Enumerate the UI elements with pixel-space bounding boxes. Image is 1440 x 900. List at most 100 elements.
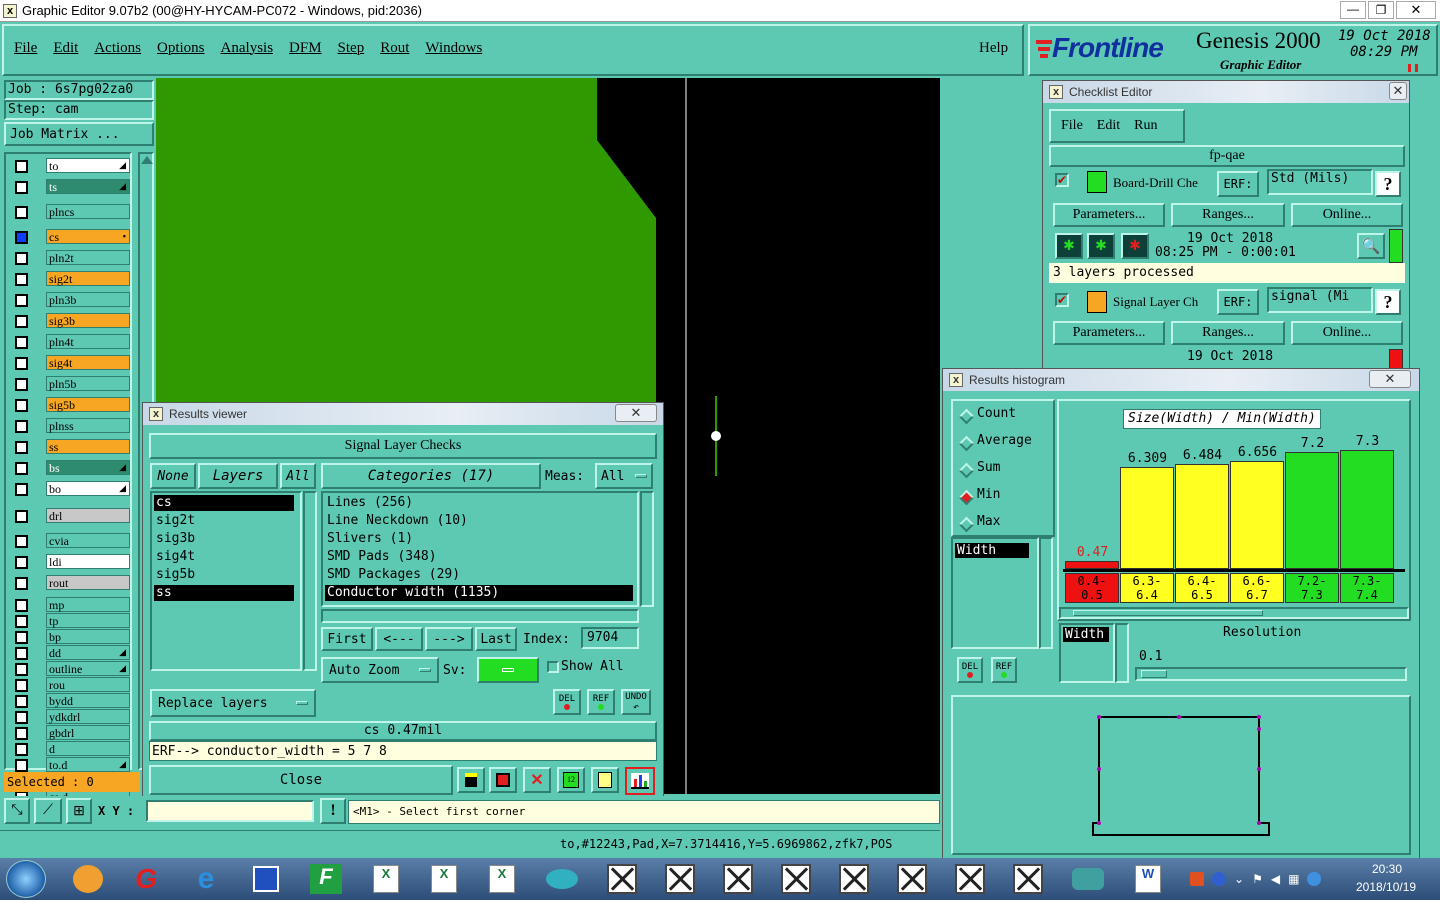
zoom-area-icon[interactable]: ⤡ bbox=[4, 798, 30, 824]
layers-button[interactable]: Layers bbox=[198, 463, 278, 489]
layer-toggle-checkbox[interactable] bbox=[15, 615, 28, 628]
mode-sum-radio[interactable] bbox=[958, 462, 975, 479]
taskbar-excel-icon-2[interactable]: X bbox=[418, 860, 470, 898]
layer-name[interactable]: drl bbox=[46, 508, 130, 523]
categories-button[interactable]: Categories (17) bbox=[321, 463, 541, 489]
histogram-list-vscroll[interactable] bbox=[1039, 537, 1053, 649]
layer-row[interactable]: rou bbox=[12, 677, 130, 693]
menu-options[interactable]: Options bbox=[157, 40, 205, 57]
layer-toggle-checkbox[interactable] bbox=[15, 647, 28, 660]
all-layers-button[interactable]: All bbox=[280, 463, 316, 489]
layer-row[interactable]: pln5b bbox=[12, 376, 130, 392]
histogram-bar[interactable] bbox=[1285, 452, 1339, 569]
taskbar-shell-icon[interactable] bbox=[62, 860, 114, 898]
layer-row[interactable]: cs ▪ bbox=[12, 229, 130, 245]
menu-dfm[interactable]: DFM bbox=[289, 40, 322, 57]
layer-toggle-checkbox[interactable] bbox=[15, 181, 28, 194]
layer-row[interactable]: bydd bbox=[12, 693, 130, 709]
layer-row[interactable]: bp bbox=[12, 629, 130, 645]
layer-row[interactable]: mp bbox=[12, 597, 130, 613]
taskbar-xwindow-icon-3[interactable] bbox=[712, 860, 764, 898]
layer-name[interactable]: ts bbox=[46, 179, 130, 194]
stop-check-icon[interactable]: ✱ bbox=[1121, 233, 1149, 259]
xy-input[interactable] bbox=[146, 800, 314, 822]
width-list-item[interactable]: Width bbox=[1063, 627, 1109, 642]
layer-toggle-checkbox[interactable] bbox=[15, 577, 28, 590]
layer-name[interactable]: pln5b bbox=[46, 376, 130, 391]
menu-help[interactable]: Help bbox=[979, 40, 1008, 57]
layer-name[interactable]: ydkdrl bbox=[46, 709, 130, 724]
layer-row[interactable]: pln3b bbox=[12, 292, 130, 308]
checklist-item2-ranges-button[interactable]: Ranges... bbox=[1171, 321, 1285, 345]
severity-dropdown[interactable] bbox=[477, 657, 539, 683]
layer-row[interactable]: sig4t bbox=[12, 355, 130, 371]
taskbar-excel-icon-1[interactable]: X bbox=[360, 860, 412, 898]
layer-name[interactable]: d bbox=[46, 741, 130, 756]
minimize-button[interactable]: — bbox=[1340, 1, 1366, 19]
category-item[interactable]: Line Neckdown (10) bbox=[325, 513, 633, 529]
layer-row[interactable]: sig5b bbox=[12, 397, 130, 413]
layer-name[interactable]: sig2t bbox=[46, 271, 130, 286]
job-matrix-button[interactable]: Job Matrix ... bbox=[4, 122, 154, 146]
layer-toggle-checkbox[interactable] bbox=[15, 695, 28, 708]
taskbar-xwindow-icon-4[interactable] bbox=[770, 860, 822, 898]
layer-toggle-checkbox[interactable] bbox=[15, 663, 28, 676]
cancel-ref-tool-icon[interactable]: ✕ bbox=[523, 767, 551, 793]
layer-toggle-checkbox[interactable] bbox=[15, 231, 28, 244]
checklist-menu-edit[interactable]: Edit bbox=[1097, 118, 1120, 134]
meas-dropdown[interactable]: All bbox=[595, 463, 653, 489]
tray-help-icon[interactable] bbox=[1212, 872, 1226, 886]
category-item[interactable]: Slivers (1) bbox=[325, 531, 633, 547]
run-all-icon[interactable]: ✱ bbox=[1087, 233, 1115, 259]
layer-list-vscroll[interactable] bbox=[303, 491, 317, 671]
menu-windows[interactable]: Windows bbox=[425, 40, 482, 57]
checklist-item1-parameters-button[interactable]: Parameters... bbox=[1053, 203, 1165, 227]
layer-name[interactable]: sig4t bbox=[46, 355, 130, 370]
layer-name[interactable]: rout bbox=[46, 575, 130, 590]
layer-name[interactable]: cs bbox=[46, 229, 130, 244]
menu-analysis[interactable]: Analysis bbox=[221, 40, 274, 57]
checklist-item1-help-button[interactable]: ? bbox=[1375, 171, 1401, 197]
layer-row[interactable]: cvia bbox=[12, 533, 130, 549]
layer-row[interactable]: rout bbox=[12, 575, 130, 591]
checklist-close-icon[interactable]: ✕ bbox=[1389, 82, 1407, 100]
width-list-vscroll[interactable] bbox=[1115, 623, 1129, 683]
mode-count-radio[interactable] bbox=[958, 408, 975, 425]
checklist-item2-checkbox[interactable]: ✔ bbox=[1055, 293, 1069, 307]
layer-toggle-checkbox[interactable] bbox=[15, 315, 28, 328]
category-list-vscroll[interactable] bbox=[640, 491, 654, 607]
histogram-bar[interactable] bbox=[1175, 464, 1229, 569]
layer-name[interactable]: tp bbox=[46, 613, 130, 628]
layer-row[interactable]: ldi bbox=[12, 554, 130, 570]
menu-step[interactable]: Step bbox=[338, 40, 365, 57]
checklist-item1-online-button[interactable]: Online... bbox=[1291, 203, 1403, 227]
taskbar-g-icon[interactable]: G bbox=[120, 860, 172, 898]
checklist-item1-checkbox[interactable]: ✔ bbox=[1055, 173, 1069, 187]
measure-icon[interactable]: ⟋ bbox=[34, 798, 62, 824]
layer-toggle-checkbox[interactable] bbox=[15, 399, 28, 412]
layer-name[interactable]: plncs bbox=[46, 204, 130, 219]
mode-min-radio[interactable] bbox=[958, 489, 975, 506]
taskbar-excel-icon-3[interactable]: X bbox=[476, 860, 528, 898]
layer-row[interactable]: d bbox=[12, 741, 130, 757]
taskbar-xwindow-icon-1[interactable] bbox=[596, 860, 648, 898]
histogram-bar[interactable] bbox=[1065, 561, 1119, 569]
layer-toggle-checkbox[interactable] bbox=[15, 294, 28, 307]
ref-button[interactable]: REF bbox=[587, 689, 615, 715]
index-input[interactable]: 9704 bbox=[581, 627, 639, 649]
result-layer-item[interactable]: cs bbox=[154, 495, 294, 511]
layer-toggle-checkbox[interactable] bbox=[15, 252, 28, 265]
tray-volume-icon[interactable]: ◀ bbox=[1271, 872, 1280, 886]
taskbar-eye-icon[interactable] bbox=[536, 860, 588, 898]
layer-row[interactable]: plnss bbox=[12, 418, 130, 434]
category-item[interactable]: SMD Pads (348) bbox=[325, 549, 633, 565]
last-button[interactable]: Last bbox=[475, 627, 517, 651]
tray-flag-icon[interactable]: ⚑ bbox=[1252, 872, 1263, 886]
taskbar-network-icon[interactable] bbox=[1062, 860, 1114, 898]
layer-row[interactable]: drl bbox=[12, 508, 130, 524]
layer-row[interactable]: dd ◢ bbox=[12, 645, 130, 661]
layer-name[interactable]: outline bbox=[46, 661, 130, 676]
undo-button[interactable]: UNDO ↶ bbox=[621, 689, 651, 715]
layer-toggle-checkbox[interactable] bbox=[15, 160, 28, 173]
layer-row[interactable]: ss bbox=[12, 439, 130, 455]
